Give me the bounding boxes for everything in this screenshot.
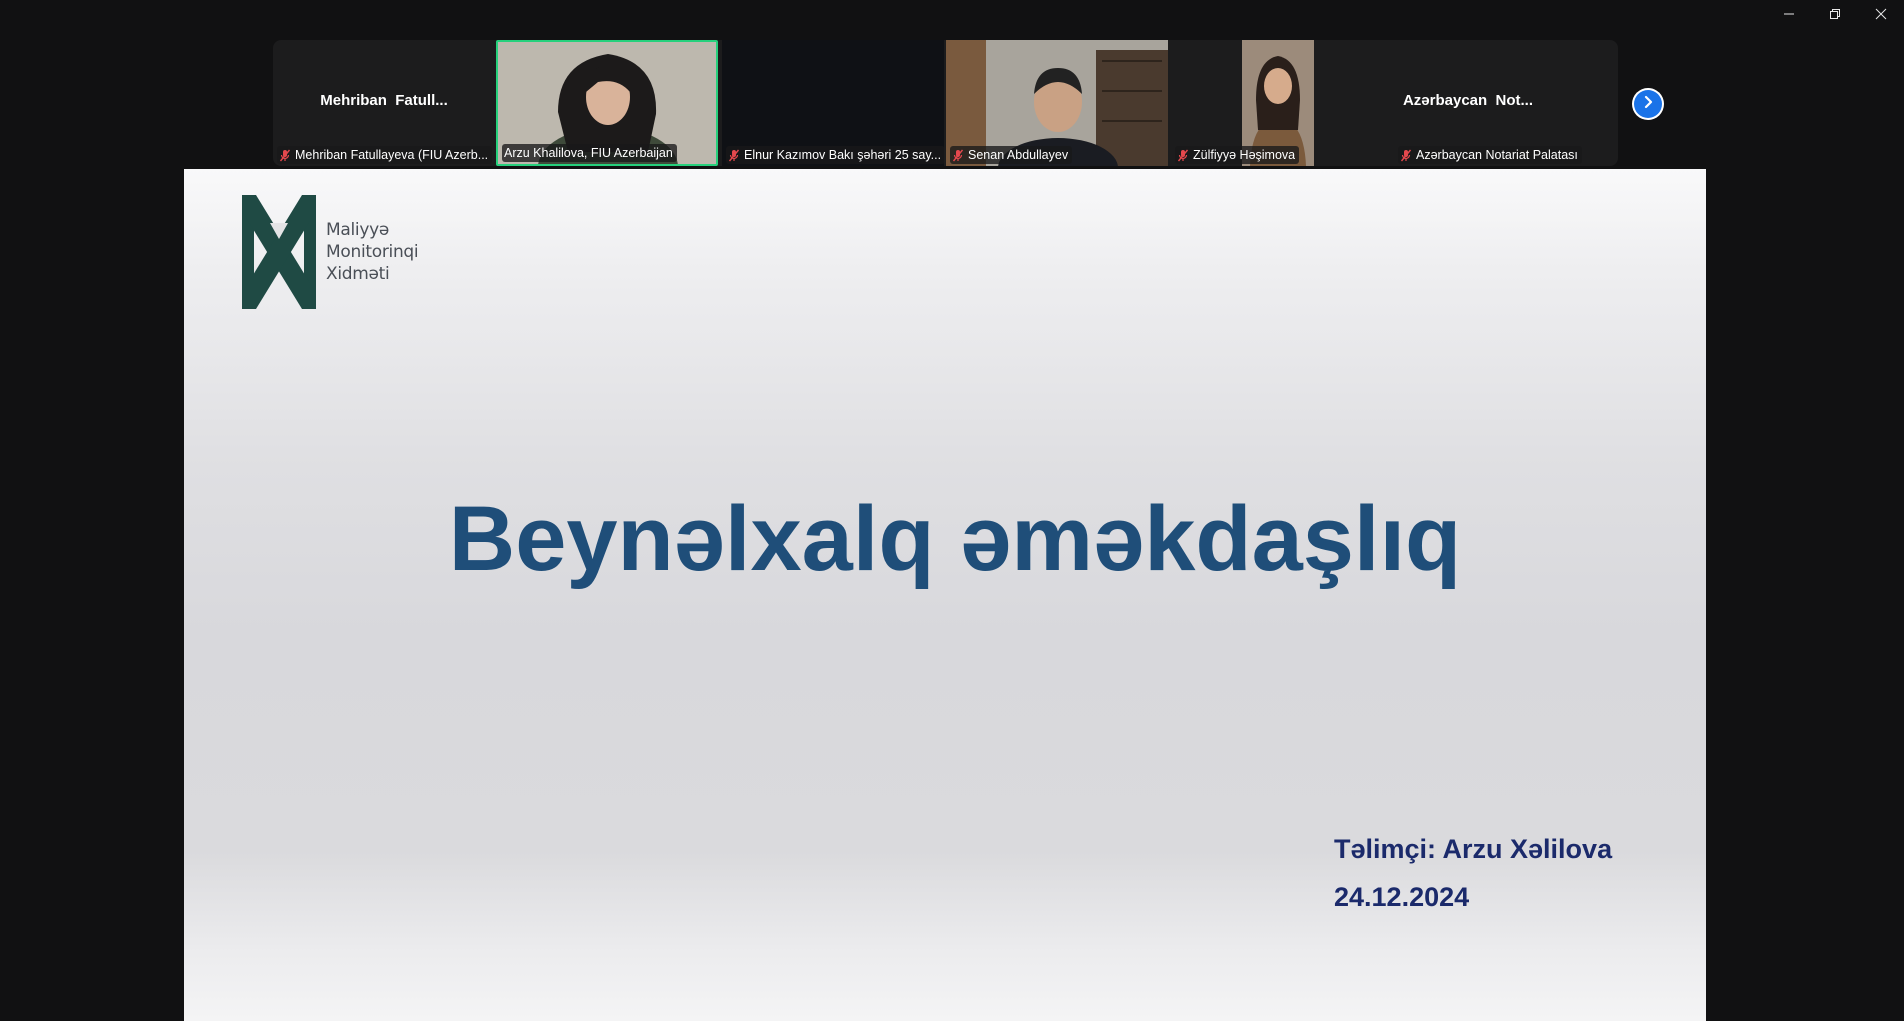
minimize-icon xyxy=(1783,8,1795,20)
participant-name: Senan Abdullayev xyxy=(968,148,1069,162)
slide-date: 24.12.2024 xyxy=(1334,882,1470,912)
participant-tile[interactable]: Elnur Kazımov Bakı şəhəri 25 say... xyxy=(722,40,944,166)
chevron-right-icon xyxy=(1641,95,1655,114)
participant-nametag: Arzu Khalilova, FIU Azerbaijan xyxy=(502,144,677,162)
participant-nametag: Senan Abdullayev xyxy=(950,146,1073,164)
participant-nametag: Zülfiyyə Həşimova xyxy=(1175,146,1300,164)
participant-name: Zülfiyyə Həşimova xyxy=(1193,148,1296,162)
restore-icon xyxy=(1829,8,1841,20)
trainer-name: Təlimçi: Arzu Xəlilova xyxy=(1334,834,1613,864)
slide-trainer-info: Təlimçi: Arzu Xəlilova 24.12.2024 xyxy=(1334,825,1612,921)
logo-text: Maliyyə Monitorinqi Xidməti xyxy=(326,220,419,284)
participant-name: Azərbaycan Notariat Palatası xyxy=(1416,148,1578,162)
mic-muted-icon xyxy=(1400,149,1412,162)
participant-nametag: Mehriban Fatullayeva (FIU Azerb... xyxy=(277,146,493,164)
window-controls xyxy=(1766,0,1904,28)
participant-name: Arzu Khalilova, FIU Azerbaijan xyxy=(504,146,673,160)
meeting-window: Mehriban Fatull... Mehriban Fatullayeva … xyxy=(0,0,1904,1021)
participant-nametag: Elnur Kazımov Bakı şəhəri 25 say... xyxy=(726,146,944,164)
participant-tile[interactable]: Zülfiyyə Həşimova xyxy=(1171,40,1318,166)
mic-muted-icon xyxy=(1177,149,1189,162)
participant-tile[interactable]: Senan Abdullayev xyxy=(946,40,1168,166)
restore-button[interactable] xyxy=(1812,0,1858,28)
close-button[interactable] xyxy=(1858,0,1904,28)
participant-tile[interactable]: Azərbaycan Not... Azərbaycan Notariat Pa… xyxy=(1318,40,1618,166)
participant-name: Elnur Kazımov Bakı şəhəri 25 say... xyxy=(744,148,942,162)
participant-tile[interactable]: Mehriban Fatull... Mehriban Fatullayeva … xyxy=(273,40,495,166)
participant-nametag: Azərbaycan Notariat Palatası xyxy=(1398,146,1582,164)
minimize-button[interactable] xyxy=(1766,0,1812,28)
mic-muted-icon xyxy=(728,149,740,162)
participant-name: Mehriban Fatullayeva (FIU Azerb... xyxy=(295,148,489,162)
organization-logo: Maliyyə Monitorinqi Xidməti xyxy=(240,193,419,311)
mic-muted-icon xyxy=(952,149,964,162)
participant-tile-active-speaker[interactable]: Arzu Khalilova, FIU Azerbaijan xyxy=(496,40,718,166)
participant-strip: Mehriban Fatull... Mehriban Fatullayeva … xyxy=(273,40,1618,166)
shared-screen-slide: Maliyyə Monitorinqi Xidməti Beynəlxalq ə… xyxy=(184,169,1706,1021)
participant-display-name: Azərbaycan Not... xyxy=(1402,92,1534,109)
next-participants-button[interactable] xyxy=(1632,88,1664,120)
participant-display-name: Mehriban Fatull... xyxy=(320,92,448,109)
mic-muted-icon xyxy=(279,149,291,162)
slide-title: Beynəlxalq əməkdaşlıq xyxy=(448,488,1462,590)
mmx-logo-mark xyxy=(242,195,316,309)
close-icon xyxy=(1875,8,1887,20)
